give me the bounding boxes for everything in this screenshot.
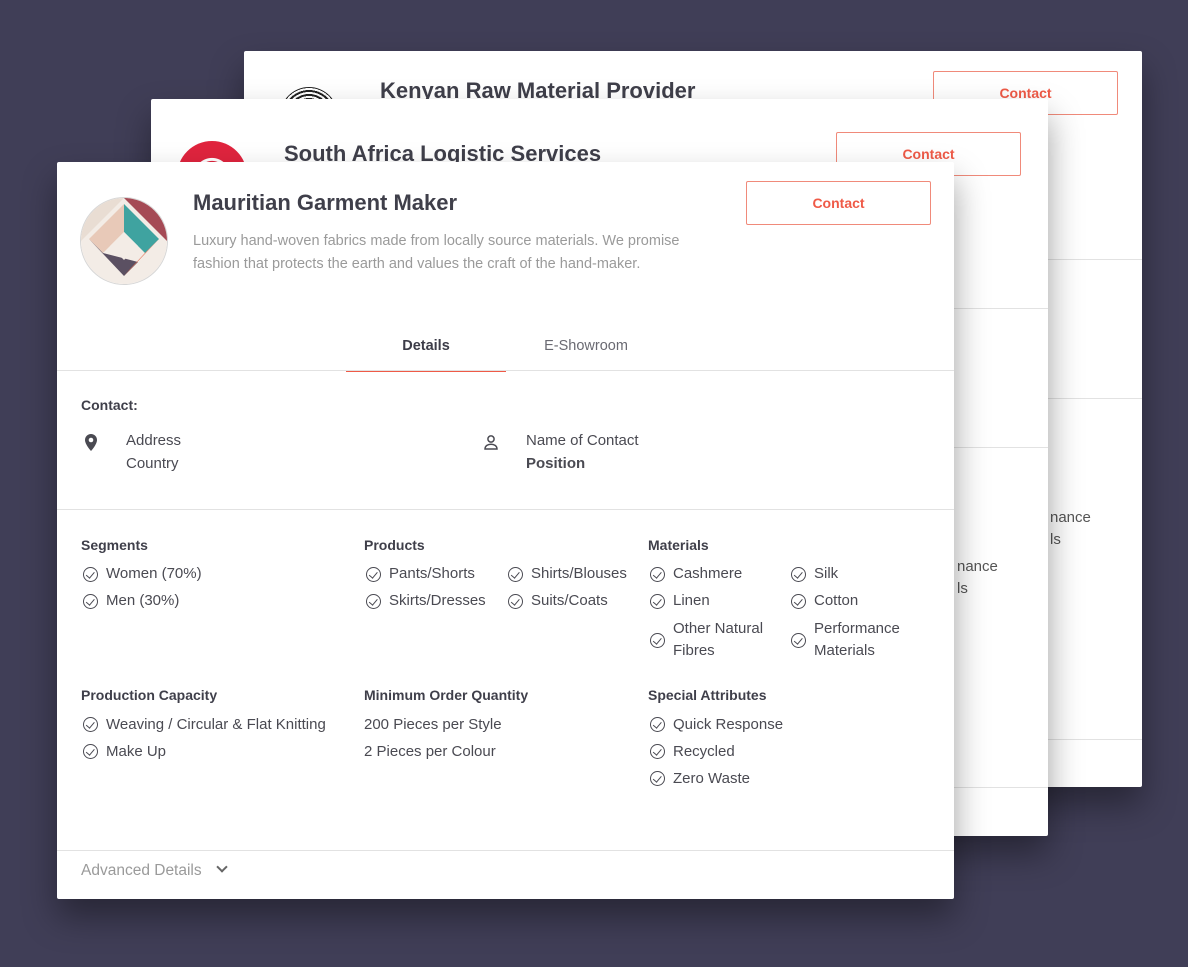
- check-circle-icon: [791, 567, 806, 582]
- check-circle-icon: [650, 771, 665, 786]
- check-circle-icon: [650, 633, 665, 648]
- item-text: ls: [1050, 531, 1061, 548]
- check-circle-icon: [83, 567, 98, 582]
- check-circle-icon: [366, 594, 381, 609]
- item-text: nance: [957, 558, 998, 575]
- moq-item: 2 Pieces per Colour: [364, 743, 496, 760]
- material-item: Silk: [814, 565, 839, 582]
- segment-item: Men (30%): [106, 592, 180, 609]
- special-item: Quick Response: [673, 716, 784, 733]
- check-circle-icon: [650, 567, 665, 582]
- country-text: Country: [126, 455, 179, 472]
- contact-label: Contact:: [81, 397, 138, 413]
- segments-label: Segments: [81, 537, 148, 553]
- special-item: Recycled: [673, 743, 735, 760]
- production-item: Make Up: [106, 743, 167, 760]
- check-circle-icon: [650, 744, 665, 759]
- item-text: ls: [957, 580, 968, 597]
- person-icon: [484, 435, 498, 455]
- chevron-down-icon: [215, 861, 228, 873]
- materials-label: Materials: [648, 537, 709, 553]
- check-circle-icon: [508, 567, 523, 582]
- special-attributes-label: Special Attributes: [648, 687, 767, 703]
- check-circle-icon: [83, 717, 98, 732]
- moq-label: Minimum Order Quantity: [364, 687, 529, 703]
- check-circle-icon: [791, 633, 806, 648]
- material-item: Other Natural Fibres: [673, 620, 764, 659]
- check-circle-icon: [366, 567, 381, 582]
- moq-item: 200 Pieces per Style: [364, 716, 502, 733]
- advanced-details-label: Advanced Details: [81, 862, 202, 879]
- tabs-divider: [57, 370, 954, 371]
- company-title: Mauritian Garment Maker: [193, 190, 458, 215]
- item-text: nance: [1050, 509, 1091, 526]
- address-text: Address: [126, 432, 182, 449]
- advanced-details-toggle[interactable]: Advanced Details: [81, 861, 228, 880]
- products-label: Products: [364, 537, 425, 553]
- contact-name-text: Name of Contact: [526, 432, 639, 449]
- special-item: Zero Waste: [673, 770, 750, 787]
- check-circle-icon: [650, 717, 665, 732]
- check-circle-icon: [83, 744, 98, 759]
- check-circle-icon: [508, 594, 523, 609]
- production-capacity-label: Production Capacity: [81, 687, 218, 703]
- advanced-divider: [57, 850, 954, 851]
- material-item: Performance Materials: [814, 620, 900, 659]
- company-card-mauritian: Mauritian Garment Maker Luxury hand-wove…: [57, 162, 954, 899]
- check-circle-icon: [83, 594, 98, 609]
- segment-item: Women (70%): [106, 565, 202, 582]
- product-item: Shirts/Blouses: [531, 565, 627, 582]
- location-pin-icon: [85, 434, 97, 456]
- product-item: Suits/Coats: [531, 592, 608, 609]
- material-item: Linen: [673, 592, 710, 609]
- tab-e-showroom[interactable]: E-Showroom: [506, 332, 666, 370]
- company-logo: [80, 197, 168, 285]
- product-item: Skirts/Dresses: [389, 592, 486, 609]
- production-item: Weaving / Circular & Flat Knitting: [106, 716, 326, 733]
- contact-divider: [57, 509, 954, 510]
- material-item: Cotton: [814, 592, 859, 609]
- tab-details[interactable]: Details: [346, 332, 506, 372]
- material-item: Cashmere: [673, 565, 743, 582]
- company-description: Luxury hand-woven fabrics made from loca…: [193, 233, 680, 272]
- contact-position-text: Position: [526, 455, 586, 472]
- check-circle-icon: [791, 594, 806, 609]
- check-circle-icon: [650, 594, 665, 609]
- contact-button[interactable]: Contact: [746, 181, 931, 225]
- product-item: Pants/Shorts: [389, 565, 475, 582]
